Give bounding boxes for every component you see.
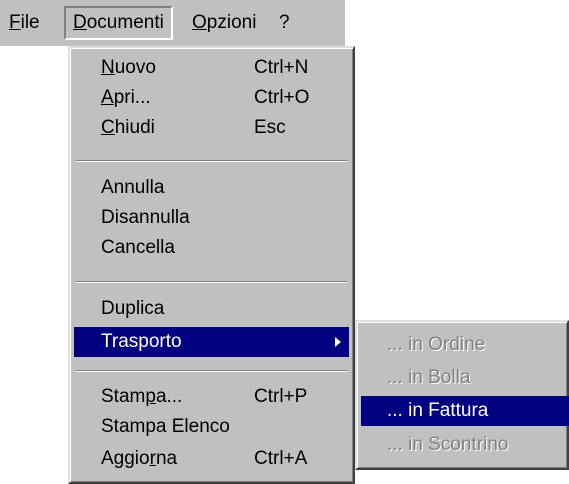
menu-item-annulla-label: Annulla (101, 177, 165, 198)
menu-item-annulla[interactable]: Annulla (74, 173, 349, 203)
menu-item-nuovo-label: Nuovo (101, 57, 156, 78)
menu-documenti-label: Documenti (73, 12, 164, 33)
menu-bar: File Documenti Opzioni ? (0, 0, 345, 46)
menu-item-nuovo[interactable]: Nuovo Ctrl+N (74, 53, 349, 83)
submenu-item-in-scontrino[interactable]: ... in Scontrino (361, 430, 563, 460)
menu-item-chiudi-shortcut: Esc (254, 117, 286, 138)
menu-item-apri-shortcut: Ctrl+O (254, 87, 310, 108)
submenu-item-in-scontrino-label: ... in Scontrino (387, 434, 509, 455)
submenu-item-in-bolla-label: ... in Bolla (387, 367, 471, 388)
menu-item-aggiorna[interactable]: Aggiorna Ctrl+A (74, 444, 349, 474)
menu-item-apri-label: Apri... (101, 87, 151, 108)
submenu-arrow-icon (335, 337, 341, 347)
menu-item-stampa-elenco-label: Stampa Elenco (101, 416, 230, 437)
menu-item-disannulla-label: Disannulla (101, 207, 190, 228)
menu-help[interactable]: ? (272, 6, 297, 40)
menu-item-stampa-shortcut: Ctrl+P (254, 386, 308, 407)
menu-item-trasporto-label: Trasporto (101, 331, 182, 352)
menu-file-label: File (9, 12, 40, 33)
menu-item-cancella-label: Cancella (101, 237, 175, 258)
menu-opzioni[interactable]: Opzioni (185, 6, 263, 40)
menu-separator (76, 281, 347, 283)
menu-item-chiudi-label: Chiudi (101, 117, 155, 138)
submenu-item-in-bolla[interactable]: ... in Bolla (361, 363, 563, 393)
menu-documenti[interactable]: Documenti (64, 6, 173, 40)
menu-separator (76, 370, 347, 372)
menu-item-stampa-label: Stampa... (101, 386, 183, 407)
menu-item-trasporto[interactable]: Trasporto (74, 327, 349, 357)
menu-help-label: ? (279, 12, 290, 33)
documenti-dropdown: Nuovo Ctrl+N Apri... Ctrl+O Chiudi Esc A… (68, 46, 355, 484)
menu-item-aggiorna-shortcut: Ctrl+A (254, 448, 308, 469)
menu-item-stampa[interactable]: Stampa... Ctrl+P (74, 382, 349, 412)
submenu-item-in-ordine[interactable]: ... in Ordine (361, 330, 563, 360)
menu-item-apri[interactable]: Apri... Ctrl+O (74, 83, 349, 113)
menu-separator (76, 160, 347, 162)
submenu-item-in-fattura-label: ... in Fattura (387, 400, 489, 421)
menu-item-duplica-label: Duplica (101, 298, 165, 319)
menu-item-stampa-elenco[interactable]: Stampa Elenco (74, 412, 349, 442)
trasporto-submenu: ... in Ordine ... in Bolla ... in Fattur… (355, 320, 569, 470)
menu-item-chiudi[interactable]: Chiudi Esc (74, 113, 349, 143)
menu-item-duplica[interactable]: Duplica (74, 294, 349, 324)
menu-item-nuovo-shortcut: Ctrl+N (254, 57, 309, 78)
submenu-item-in-ordine-label: ... in Ordine (387, 334, 486, 355)
menu-file[interactable]: File (2, 6, 47, 40)
menu-item-aggiorna-label: Aggiorna (101, 448, 178, 469)
menu-item-cancella[interactable]: Cancella (74, 233, 349, 263)
menu-item-disannulla[interactable]: Disannulla (74, 203, 349, 233)
submenu-item-in-fattura[interactable]: ... in Fattura (361, 396, 569, 426)
menu-opzioni-label: Opzioni (192, 12, 257, 33)
